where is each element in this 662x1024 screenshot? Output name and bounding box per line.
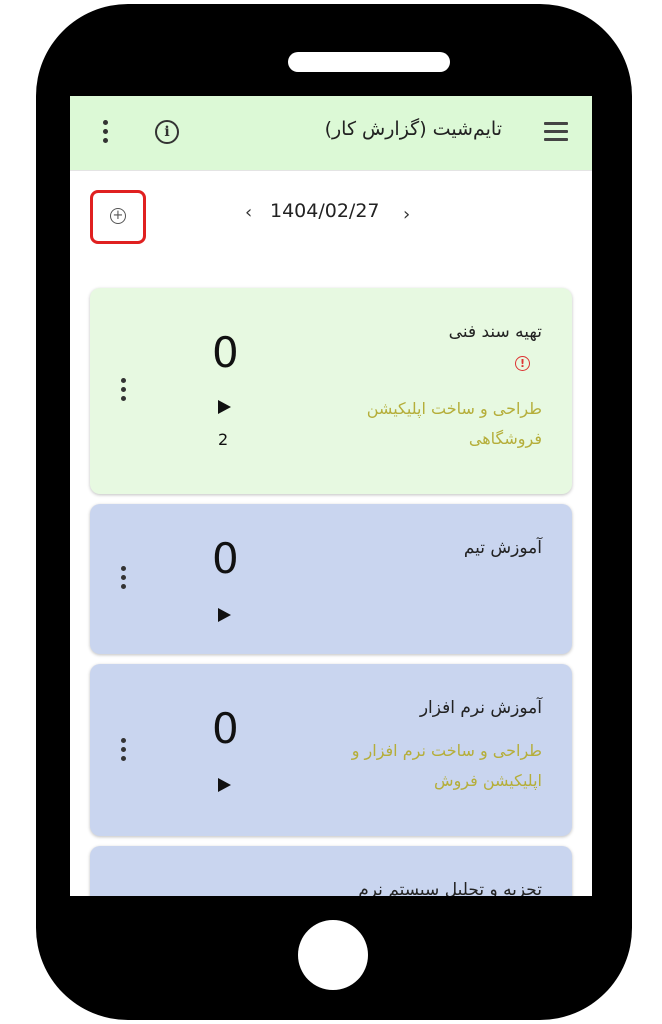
task-title: تهیه سند فنی — [448, 322, 542, 342]
task-project: طراحی و ساخت اپلیکیشن فروشگاهی — [366, 399, 542, 448]
add-entry-button[interactable]: + — [90, 190, 146, 244]
task-title: آموزش تیم — [463, 538, 542, 558]
hamburger-menu-icon[interactable] — [544, 122, 570, 144]
page-title: تایم‌شیت (گزارش کار) — [324, 118, 502, 140]
card-more-icon[interactable] — [121, 566, 127, 593]
more-vert-icon[interactable] — [103, 120, 109, 150]
info-icon[interactable]: i — [155, 120, 179, 144]
play-icon[interactable] — [218, 400, 231, 414]
phone-speaker — [288, 52, 450, 72]
chevron-right-icon[interactable]: › — [403, 204, 410, 225]
task-card[interactable]: تجزیه و تحلیل سیستم نرم — [90, 846, 572, 896]
add-circle-icon: + — [110, 208, 126, 224]
task-project: طراحی و ساخت نرم افزار و اپلیکیشن فروش — [351, 741, 542, 790]
app-screen: تایم‌شیت (گزارش کار) i ‹ 1404/02/27 › + … — [70, 96, 592, 896]
task-card[interactable]: تهیه سند فنی ! طراحی و ساخت اپلیکیشن فرو… — [90, 288, 572, 494]
play-count: 2 — [218, 430, 229, 449]
card-more-icon[interactable] — [121, 738, 127, 765]
task-count: 0 — [212, 704, 239, 753]
date-navigator: ‹ 1404/02/27 › — [70, 186, 592, 242]
warning-icon: ! — [515, 356, 530, 371]
app-bar: تایم‌شیت (گزارش کار) i — [70, 96, 592, 171]
task-title: آموزش نرم افزار — [419, 698, 542, 718]
phone-home-button[interactable] — [298, 920, 368, 990]
chevron-left-icon[interactable]: ‹ — [245, 202, 252, 223]
task-title: تجزیه و تحلیل سیستم نرم — [358, 880, 542, 896]
play-icon[interactable] — [218, 608, 231, 622]
task-count: 0 — [212, 328, 239, 377]
current-date: 1404/02/27 — [270, 200, 380, 222]
phone-frame: تایم‌شیت (گزارش کار) i ‹ 1404/02/27 › + … — [36, 4, 632, 1020]
task-card[interactable]: آموزش نرم افزار طراحی و ساخت نرم افزار و… — [90, 664, 572, 836]
task-count: 0 — [212, 534, 239, 583]
card-more-icon[interactable] — [121, 378, 127, 405]
task-card[interactable]: آموزش تیم 0 — [90, 504, 572, 654]
play-icon[interactable] — [218, 778, 231, 792]
